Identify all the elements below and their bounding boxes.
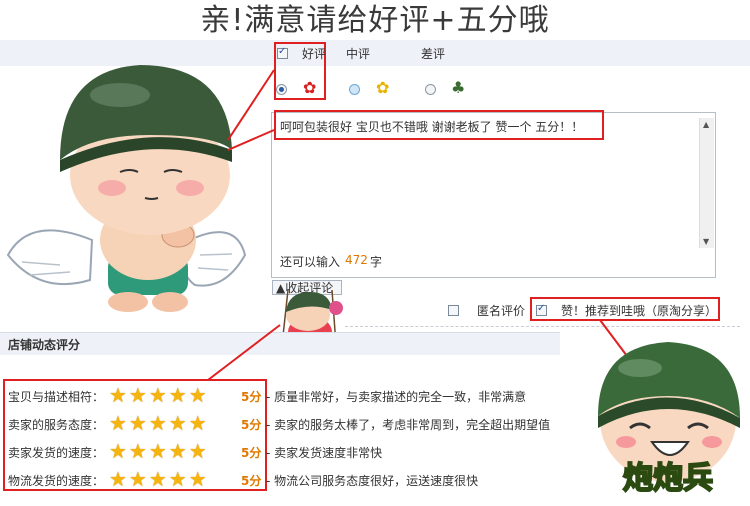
smiling-soldier-mascot: 炮炮兵 xyxy=(598,342,740,497)
stars-logistics[interactable]: ★★★★★ xyxy=(109,469,209,489)
score-logistics: 5分 xyxy=(241,474,262,488)
desc-service: - 卖家的服务太棒了，考虑非常周到，完全超出期望值 xyxy=(266,418,551,432)
bad-rating-label: 差评 xyxy=(421,47,446,61)
swing-soldier-mascot xyxy=(278,290,343,352)
neutral-rating-radio[interactable] xyxy=(349,84,360,95)
score-description: 5分 xyxy=(241,390,262,404)
score-shipping: 5分 xyxy=(241,446,262,460)
score-service: 5分 xyxy=(241,418,262,432)
row-label-logistics: 物流发货的速度： xyxy=(8,474,105,488)
scroll-up-icon[interactable]: ▲ xyxy=(703,120,709,129)
stars-description[interactable]: ★★★★★ xyxy=(109,385,209,405)
bad-rating-radio[interactable] xyxy=(425,84,436,95)
red-flower-icon: ✿ xyxy=(303,78,317,97)
remaining-suffix: 字 xyxy=(370,255,383,269)
anonymous-checkbox[interactable] xyxy=(448,305,459,316)
anonymous-label: 匿名评价 xyxy=(477,304,526,318)
good-rating-label: 好评 xyxy=(302,47,327,61)
row-label-service: 卖家的服务态度： xyxy=(8,418,105,432)
scroll-down-icon[interactable]: ▼ xyxy=(703,237,709,246)
angel-soldier-mascot xyxy=(6,65,247,312)
row-label-description: 宝贝与描述相符： xyxy=(8,390,105,404)
stars-service[interactable]: ★★★★★ xyxy=(109,413,209,433)
share-label: 赞！推荐到哇哦（原淘分享） xyxy=(561,304,718,318)
comment-text: 呵呵包装很好 宝贝也不错哦 谢谢老板了 赞一个 五分！！ xyxy=(280,120,584,134)
neutral-rating-label: 中评 xyxy=(346,47,371,61)
stars-shipping[interactable]: ★★★★★ xyxy=(109,441,209,461)
page-title: 亲!满意请给好评+五分哦 xyxy=(200,3,550,38)
dead-plant-icon: ♣ xyxy=(451,78,466,97)
paopaobing-logo: 炮炮兵 xyxy=(623,461,713,496)
good-rating-checkbox[interactable] xyxy=(277,46,288,59)
row-label-shipping: 卖家发货的速度： xyxy=(8,446,105,460)
comment-scrollbar[interactable]: ▲ ▼ xyxy=(699,118,714,248)
good-rating-radio[interactable] xyxy=(276,84,287,95)
desc-shipping: - 卖家发货速度非常快 xyxy=(266,446,383,460)
desc-logistics: - 物流公司服务态度很好，运送速度很快 xyxy=(266,474,479,488)
remaining-prefix: 还可以输入 xyxy=(280,255,341,269)
shop-rating-title: 店铺动态评分 xyxy=(8,338,81,352)
remaining-count: 472 xyxy=(345,253,368,267)
desc-description: - 质量非常好，与卖家描述的完全一致，非常满意 xyxy=(266,390,527,404)
shop-rating-band xyxy=(0,332,560,355)
share-checkbox[interactable] xyxy=(536,303,547,316)
yellow-flower-icon: ✿ xyxy=(376,78,390,97)
divider xyxy=(345,326,740,327)
